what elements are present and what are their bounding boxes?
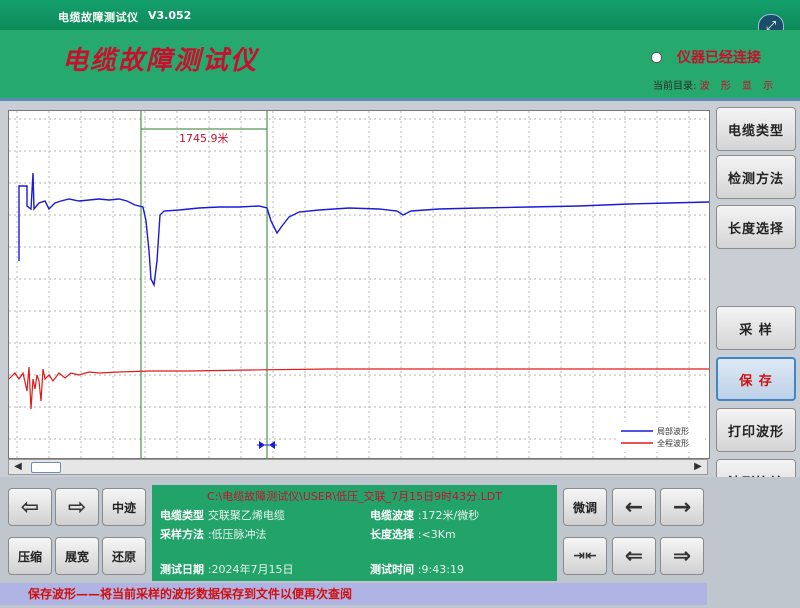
- detection-method-button[interactable]: 检测方法: [716, 155, 796, 199]
- status-hint: 保存波形——将当前采样的波形数据保存到文件以便再次查阅: [0, 583, 707, 605]
- center-trace-button[interactable]: 中迹: [102, 488, 146, 526]
- length-selection-info: 长度选择 :<3Km: [370, 526, 456, 542]
- test-date-info-value: :2024年7月15日: [207, 563, 294, 576]
- wave-speed-info: 电缆波速 :172米/微秒: [370, 507, 479, 523]
- window-title: 电缆故障测试仪: [58, 11, 139, 24]
- fine-tune-button[interactable]: 微调: [563, 488, 607, 526]
- compress-button[interactable]: 压缩: [8, 537, 52, 575]
- app-header: 电缆故障测试仪 仪器已经连接 当前目录: 波 形 显 示: [0, 30, 800, 98]
- legend-local-label: 局部波形: [657, 426, 689, 436]
- arrow-left-icon: ⇦: [20, 494, 40, 520]
- test-time-info-value: :9:43:19: [417, 563, 464, 576]
- sampling-method-info: 采样方法 :低压脉冲法: [160, 526, 267, 542]
- cursor-merge-button[interactable]: ⇥⇤: [563, 537, 607, 575]
- header-divider: [0, 98, 800, 101]
- scroll-thumb[interactable]: [31, 462, 61, 473]
- cable-type-info-value: 交联聚乙烯电缆: [207, 509, 285, 522]
- scroll-right-icon[interactable]: ▶: [689, 460, 707, 474]
- save-button[interactable]: 保 存: [716, 357, 796, 401]
- connection-status: 仪器已经连接: [677, 50, 761, 66]
- print-waveform-button[interactable]: 打印波形: [716, 408, 796, 452]
- test-date-info: 测试日期 :2024年7月15日: [160, 561, 294, 577]
- current-directory: 当前目录: 波 形 显 示: [653, 77, 777, 92]
- test-time-info-label: 测试时间: [370, 563, 414, 576]
- waveform-legend: 局部波形 全程波形: [617, 422, 705, 452]
- cable-type-button[interactable]: 电缆类型: [716, 107, 796, 151]
- local-waveform-line: [18, 172, 710, 288]
- restore-button[interactable]: 还原: [102, 537, 146, 575]
- cursor-distance-label: 1745.9米: [179, 132, 229, 145]
- fast-right-button[interactable]: ⇒: [660, 537, 704, 575]
- expand-button[interactable]: 展宽: [55, 537, 99, 575]
- sampling-method-info-label: 采样方法: [160, 528, 204, 541]
- move-left-button[interactable]: ⇦: [8, 488, 52, 526]
- cable-type-info-label: 电缆类型: [160, 509, 204, 522]
- legend-overall-label: 全程波形: [657, 438, 689, 448]
- sampling-method-info-value: :低压脉冲法: [207, 528, 267, 541]
- merge-arrows-icon: ⇥⇤: [573, 548, 597, 564]
- current-directory-label: 当前目录:: [653, 81, 697, 92]
- double-arrow-right-icon: ⇒: [672, 543, 692, 569]
- plot-grid: [9, 111, 709, 458]
- sample-button[interactable]: 采 样: [716, 306, 796, 350]
- arrow-right-icon: ⇨: [67, 494, 87, 520]
- title-bar: 电缆故障测试仪 V3.052: [0, 0, 800, 30]
- page-title: 电缆故障测试仪: [62, 46, 259, 76]
- cursor-left-button[interactable]: ←: [612, 488, 656, 526]
- wave-speed-info-value: :172米/微秒: [417, 509, 480, 522]
- current-directory-value: 波 形 显 示: [699, 81, 778, 92]
- arrow-right-icon: →: [672, 494, 692, 520]
- double-arrow-left-icon: ⇐: [624, 543, 644, 569]
- scroll-left-icon[interactable]: ◀: [9, 460, 27, 474]
- test-info-panel: C:\电缆故障测试仪\USER\低压_交联_7月15日9时43分.LDT 电缆类…: [152, 485, 557, 581]
- move-right-button[interactable]: ⇨: [55, 488, 99, 526]
- cable-type-info: 电缆类型 交联聚乙烯电缆: [160, 507, 285, 523]
- length-selection-info-value: :<3Km: [417, 528, 456, 541]
- fast-left-button[interactable]: ⇐: [612, 537, 656, 575]
- cursor-right-button[interactable]: →: [660, 488, 704, 526]
- arrow-left-icon: ←: [624, 494, 644, 520]
- waveform-plot[interactable]: 1745.9米 局部波形 全程波形: [8, 110, 710, 459]
- waveform-canvas[interactable]: 1745.9米 局部波形 全程波形: [8, 111, 710, 458]
- plot-scrollbar[interactable]: ◀ ▶: [8, 459, 708, 475]
- length-selection-info-label: 长度选择: [370, 528, 414, 541]
- window-version: V3.052: [148, 9, 192, 22]
- length-select-button[interactable]: 长度选择: [716, 205, 796, 249]
- test-date-info-label: 测试日期: [160, 563, 204, 576]
- overall-waveform-line: [8, 366, 709, 410]
- wave-speed-info-label: 电缆波速: [370, 509, 414, 522]
- connection-indicator-icon: [651, 52, 662, 63]
- file-path: C:\电缆故障测试仪\USER\低压_交联_7月15日9时43分.LDT: [207, 490, 502, 503]
- test-time-info: 测试时间 :9:43:19: [370, 561, 464, 577]
